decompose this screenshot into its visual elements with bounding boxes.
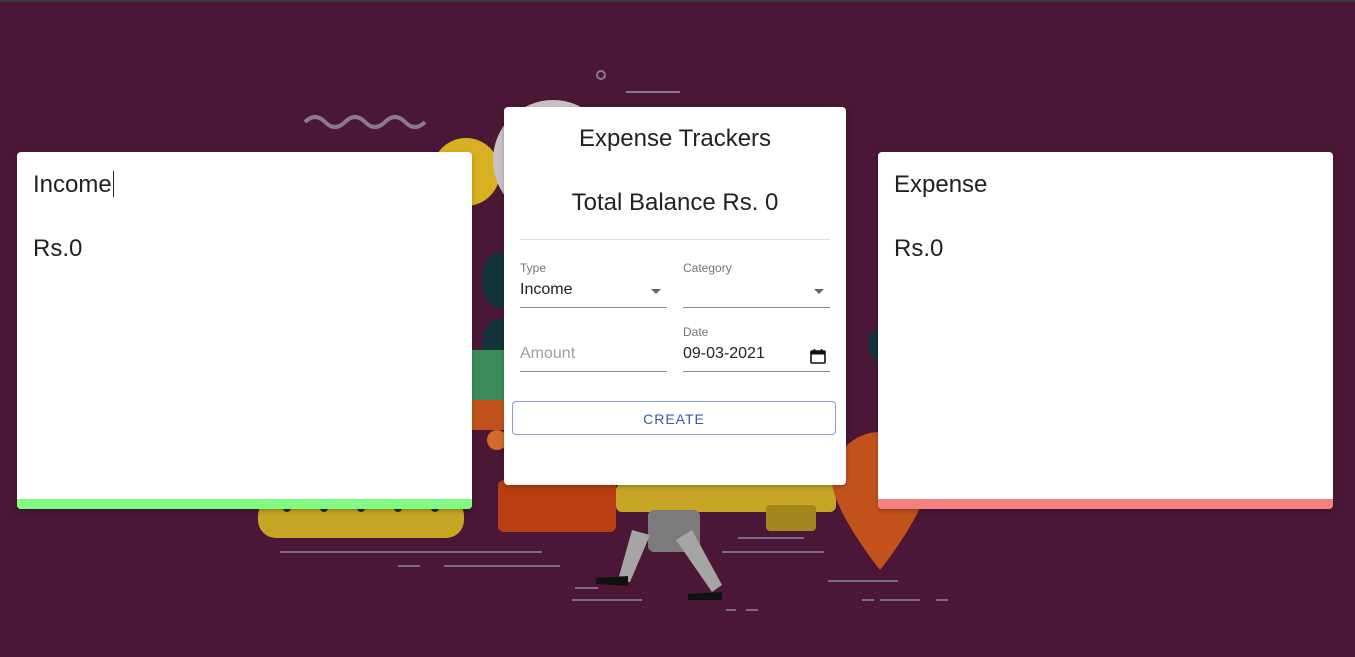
create-button[interactable]: CREATE — [512, 401, 836, 435]
income-accent-bar — [17, 499, 472, 509]
chevron-down-icon[interactable] — [814, 289, 824, 294]
expense-tracker-form-card: Expense Trackers Total Balance Rs. 0 Typ… — [504, 107, 846, 485]
total-balance: Total Balance Rs. 0 — [571, 189, 779, 216]
type-underline — [520, 307, 667, 308]
expense-accent-bar — [878, 499, 1333, 509]
category-underline — [683, 307, 830, 308]
chevron-down-icon[interactable] — [651, 289, 661, 294]
income-card: Income Rs.0 — [17, 152, 472, 509]
calendar-icon[interactable] — [810, 348, 826, 364]
category-label: Category — [683, 261, 732, 275]
amount-placeholder: Amount — [520, 345, 576, 362]
expense-title: Expense — [894, 171, 988, 198]
date-value: 09-03-2021 — [683, 345, 765, 362]
amount-underline — [520, 371, 667, 372]
text-cursor — [112, 171, 114, 197]
divider — [520, 239, 830, 240]
date-underline — [683, 371, 830, 372]
app-title: Expense Trackers — [578, 125, 772, 152]
expense-card: Expense Rs.0 — [878, 152, 1333, 509]
type-value: Income — [520, 281, 573, 298]
income-title-text: Income — [33, 171, 112, 198]
expense-amount: Rs.0 — [894, 235, 944, 262]
type-label: Type — [520, 261, 547, 275]
income-amount: Rs.0 — [33, 235, 83, 262]
date-label: Date — [683, 325, 709, 339]
income-title: Income — [33, 171, 114, 199]
